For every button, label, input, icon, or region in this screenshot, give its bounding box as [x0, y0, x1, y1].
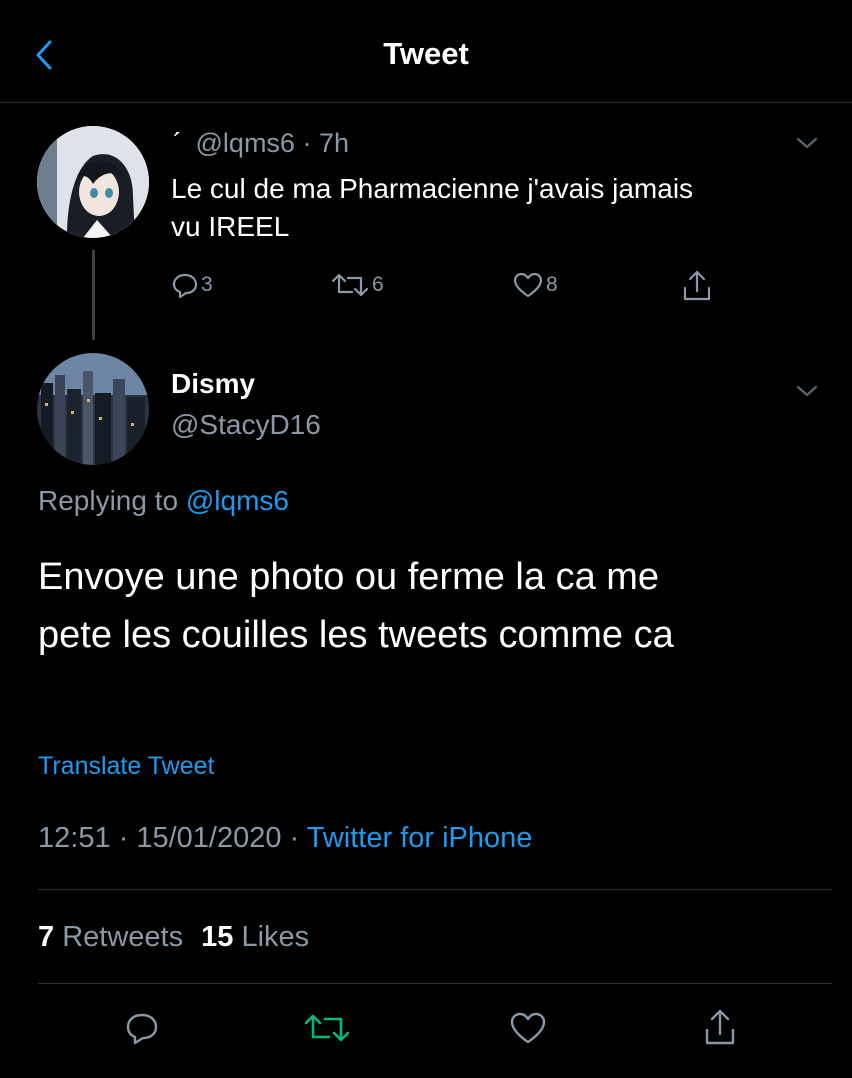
parent-more-button[interactable] [792, 132, 822, 154]
like-button[interactable] [508, 1010, 548, 1046]
parent-share-button[interactable] [679, 268, 715, 304]
main-avatar[interactable] [37, 353, 149, 465]
chevron-down-icon [796, 137, 818, 149]
retweet-icon [331, 273, 369, 297]
parent-like-count: 8 [546, 273, 558, 296]
parent-author-name[interactable]: ´ [173, 128, 182, 158]
retweets-stat[interactable]: 7 Retweets [38, 921, 191, 953]
parent-author-handle[interactable]: @lqms6 [196, 128, 295, 158]
retweet-count: 7 [38, 921, 55, 953]
like-label: Likes [241, 921, 310, 953]
parent-avatar[interactable] [37, 126, 149, 238]
likes-stat[interactable]: 15 Likes [201, 921, 309, 953]
main-tweet-text: Envoye une photo ou ferme la ca me pete … [38, 548, 674, 664]
main-text-line: Envoye une photo ou ferme la ca me [38, 556, 660, 598]
share-icon [705, 1009, 735, 1045]
retweet-icon [304, 1014, 350, 1042]
parent-tweet-text: Le cul de ma Pharmacienne j'avais jamais… [171, 170, 693, 246]
city-skyline-avatar-image [37, 353, 149, 465]
like-count: 15 [201, 921, 234, 953]
header-divider [0, 102, 852, 103]
parent-tweet-time: · 7h [302, 128, 349, 158]
parent-text-line: Le cul de ma Pharmacienne j'avais jamais [171, 173, 694, 204]
parent-retweet-count: 6 [372, 273, 384, 296]
source-link[interactable]: Twitter for iPhone [307, 822, 533, 854]
heart-icon [513, 272, 543, 298]
main-more-button[interactable] [792, 380, 822, 402]
tweet-stats: 7 Retweets 15 Likes [38, 921, 309, 954]
stats-divider-bottom [38, 983, 832, 984]
thread-connector-line [92, 250, 95, 340]
parent-text-line: vu IREEL [171, 211, 290, 242]
timestamp-text: 12:51 · 15/01/2020 · [38, 822, 300, 854]
parent-reply-count: 3 [201, 273, 213, 296]
chevron-down-icon [796, 385, 818, 397]
replying-to: Replying to @lqms6 [38, 485, 289, 517]
parent-reply-button[interactable]: 3 [171, 271, 213, 299]
tweet-timestamp: 12:51 · 15/01/2020 · Twitter for iPhone [38, 822, 532, 855]
reply-icon [126, 1013, 158, 1045]
share-button[interactable] [700, 1006, 740, 1048]
share-icon [683, 270, 711, 301]
replying-to-handle-link[interactable]: @lqms6 [186, 485, 289, 516]
retweet-button[interactable] [300, 1010, 354, 1046]
reply-button[interactable] [124, 1010, 160, 1046]
parent-like-button[interactable]: 8 [512, 271, 558, 299]
heart-icon [510, 1012, 546, 1044]
translate-tweet-link[interactable]: Translate Tweet [38, 752, 214, 781]
main-author-name[interactable]: Dismy [171, 368, 255, 400]
parent-tweet-header: ´ @lqms6 · 7h [173, 128, 349, 159]
retweet-label: Retweets [62, 921, 184, 953]
parent-retweet-button[interactable]: 6 [328, 271, 384, 299]
main-text-line: pete les couilles les tweets comme ca [38, 614, 674, 656]
replying-to-label: Replying to [38, 485, 179, 516]
main-author-handle[interactable]: @StacyD16 [171, 409, 321, 441]
reply-icon [172, 273, 198, 299]
stats-divider-top [38, 889, 832, 890]
anime-avatar-image [37, 126, 149, 238]
page-title: Tweet [383, 36, 469, 71]
